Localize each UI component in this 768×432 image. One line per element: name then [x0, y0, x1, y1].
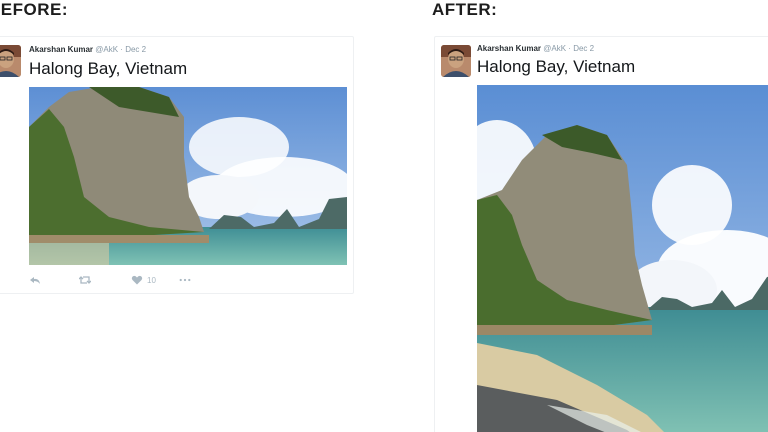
more-icon	[179, 278, 191, 282]
like-button[interactable]: 10	[131, 273, 179, 287]
after-heading: AFTER:	[432, 0, 498, 19]
author-name[interactable]: Akarshan Kumar	[477, 44, 541, 53]
retweet-icon	[79, 276, 91, 284]
avatar-image	[0, 45, 21, 77]
author-handle[interactable]: @AkK	[543, 44, 566, 53]
tweet-actions: 10	[29, 273, 191, 287]
meta-separator: ·	[568, 44, 571, 53]
before-tweet-card[interactable]: Akarshan Kumar @AkK · Dec 2 Halong Bay, …	[0, 36, 354, 294]
avatar[interactable]	[0, 45, 21, 77]
more-button[interactable]	[179, 273, 191, 287]
meta-separator: ·	[120, 45, 123, 54]
halong-bay-photo	[477, 85, 768, 432]
halong-bay-photo	[29, 87, 347, 265]
avatar-image	[441, 45, 471, 77]
like-count: 10	[147, 275, 156, 285]
author-name[interactable]: Akarshan Kumar	[29, 45, 93, 54]
tweet-meta: Akarshan Kumar @AkK · Dec 2	[29, 45, 146, 54]
tweet-date[interactable]: Dec 2	[125, 45, 146, 54]
before-heading: BEFORE:	[0, 0, 68, 19]
tweet-photo[interactable]	[29, 87, 347, 265]
tweet-text: Halong Bay, Vietnam	[477, 57, 636, 76]
retweet-button[interactable]	[79, 273, 131, 287]
after-tweet-card[interactable]: Akarshan Kumar @AkK · Dec 2 Halong Bay, …	[434, 36, 768, 432]
reply-icon	[30, 277, 40, 284]
tweet-meta: Akarshan Kumar @AkK · Dec 2	[477, 44, 594, 53]
reply-button[interactable]	[29, 273, 79, 287]
tweet-date[interactable]: Dec 2	[573, 44, 594, 53]
tweet-text: Halong Bay, Vietnam	[29, 59, 188, 78]
tweet-photo[interactable]	[477, 85, 768, 432]
avatar[interactable]	[441, 45, 471, 77]
heart-icon	[131, 275, 143, 285]
author-handle[interactable]: @AkK	[95, 45, 118, 54]
